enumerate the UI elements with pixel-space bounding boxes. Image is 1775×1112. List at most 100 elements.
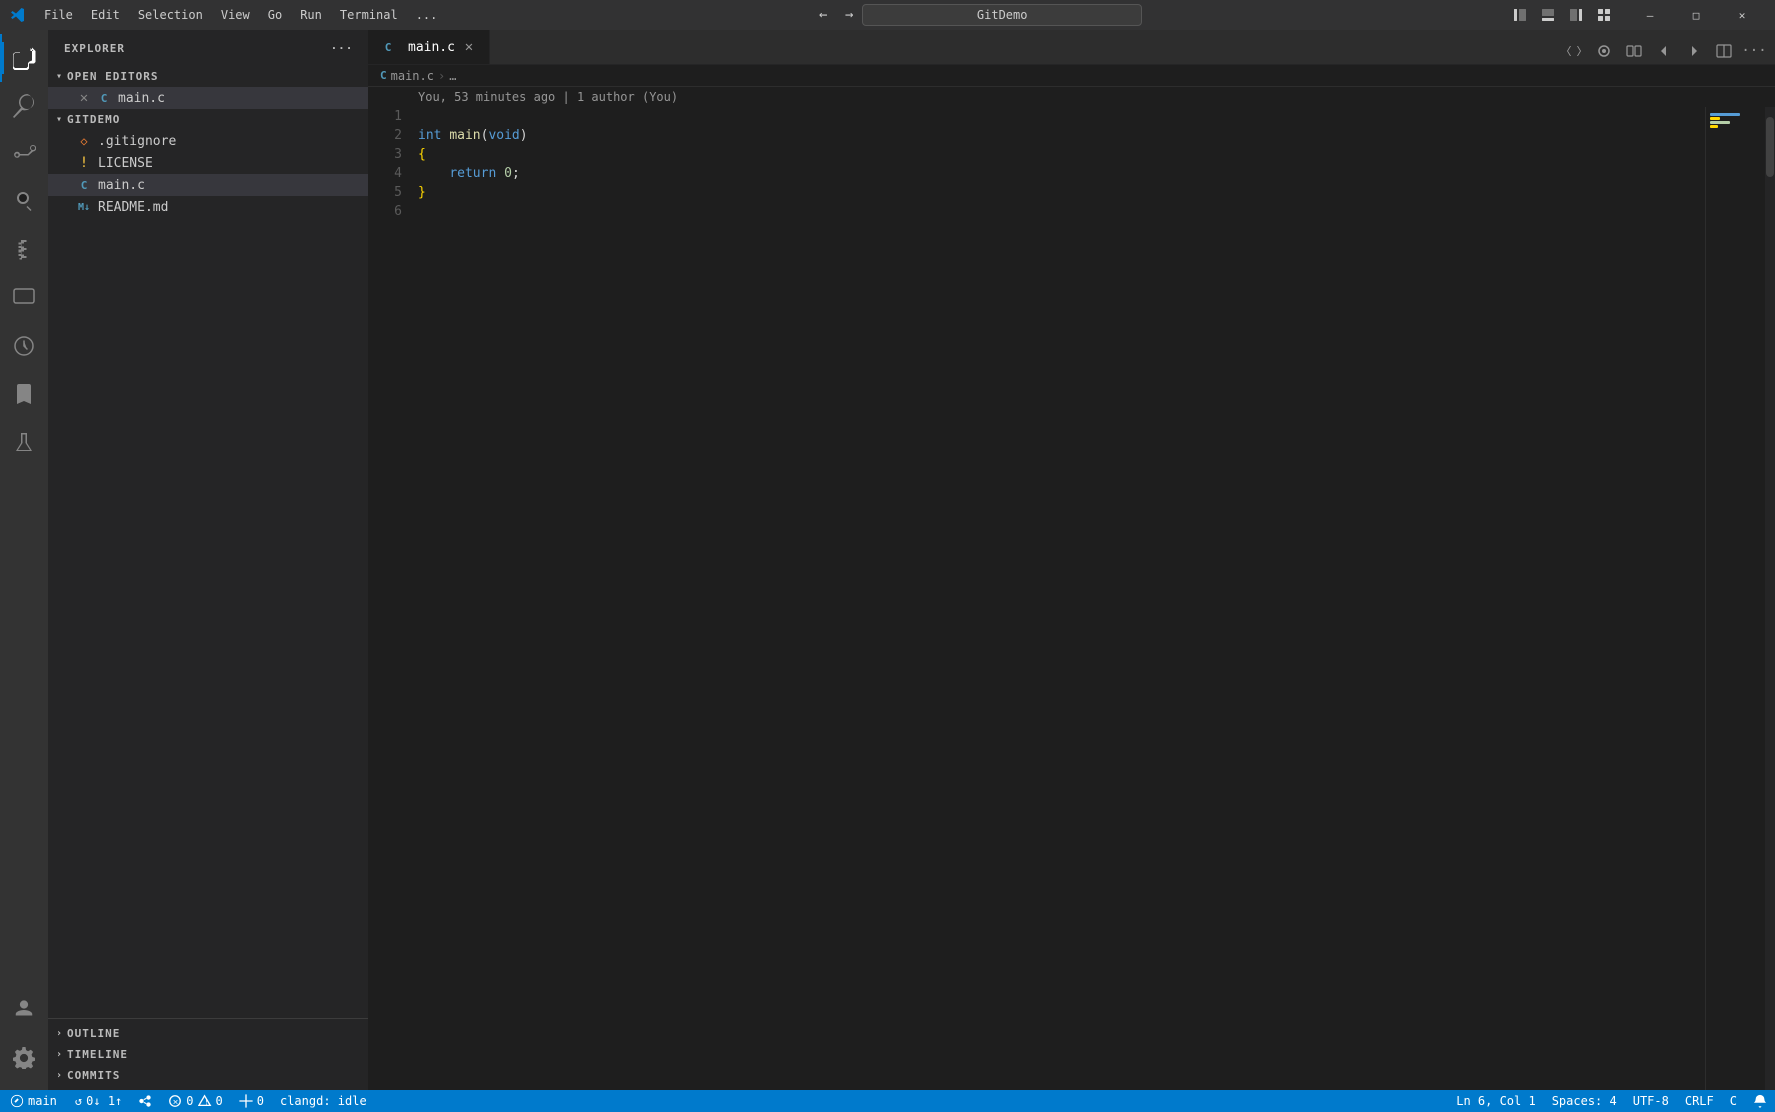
toggle-secondary-sidebar-button[interactable] — [1563, 2, 1589, 28]
activity-run-debug[interactable] — [0, 178, 48, 226]
open-editor-main-c[interactable]: ✕ C main.c — [48, 87, 368, 109]
file-item-license[interactable]: ! LICENSE — [48, 152, 368, 174]
status-errors-count: 0 — [186, 1094, 193, 1108]
command-palette[interactable]: GitDemo — [862, 4, 1142, 26]
title-bar-center: ← → GitDemo — [455, 2, 1497, 28]
activity-accounts[interactable] — [0, 986, 48, 1034]
customize-layout-button[interactable] — [1591, 2, 1617, 28]
status-spaces-button[interactable]: Spaces: 4 — [1544, 1090, 1625, 1112]
maximize-button[interactable]: □ — [1673, 0, 1719, 30]
status-left: main ↺ 0↓ 1↑ ✕ 0 ! 0 0 clangd: idle — [0, 1090, 375, 1112]
line-num-2: 2 — [368, 126, 410, 145]
status-line-ending-button[interactable]: CRLF — [1677, 1090, 1722, 1112]
sidebar-header-actions: ··· — [332, 38, 352, 58]
menu-terminal[interactable]: Terminal — [332, 5, 406, 25]
menu-selection[interactable]: Selection — [130, 5, 211, 25]
status-remote-button[interactable]: main — [0, 1090, 67, 1112]
section-commits-label: COMMITS — [67, 1069, 120, 1082]
code-line-4: return 0; — [418, 164, 1705, 183]
status-lang-server-label: clangd: idle — [280, 1094, 367, 1108]
line-num-1: 1 — [368, 107, 410, 126]
nav-forward-button[interactable]: → — [836, 2, 862, 28]
toggle-panel-button[interactable] — [1535, 2, 1561, 28]
activity-bar — [0, 30, 48, 1090]
chevron-commits: › — [56, 1070, 63, 1081]
breadcrumb-filename[interactable]: main.c — [391, 69, 434, 83]
close-button[interactable]: ✕ — [1719, 0, 1765, 30]
close-editor-main-c[interactable]: ✕ — [76, 90, 92, 106]
title-bar-left: File Edit Selection View Go Run Terminal… — [0, 5, 455, 25]
line-num-3: 3 — [368, 145, 410, 164]
tab-main-c[interactable]: C main.c ✕ — [368, 30, 490, 64]
menu-go[interactable]: Go — [260, 5, 290, 25]
more-editor-actions-button[interactable]: ··· — [1741, 38, 1767, 64]
menu-edit[interactable]: Edit — [83, 5, 128, 25]
open-preview-button[interactable] — [1591, 38, 1617, 64]
status-sync-count: 0↓ 1↑ — [86, 1094, 122, 1108]
split-editor-button[interactable] — [1711, 38, 1737, 64]
file-item-main-c[interactable]: C main.c — [48, 174, 368, 196]
file-label-readme: README.md — [98, 200, 168, 215]
status-notifications-button[interactable] — [1745, 1090, 1775, 1112]
status-position-label: Ln 6, Col 1 — [1456, 1094, 1535, 1108]
status-ports-button[interactable]: 0 — [231, 1090, 272, 1112]
sidebar-more-actions-button[interactable]: ··· — [332, 38, 352, 58]
code-content[interactable]: int main(void) { return 0; } — [410, 107, 1705, 1090]
status-live-share-button[interactable] — [130, 1090, 160, 1112]
main-content: EXPLORER ··· ▾ OPEN EDITORS ✕ C main.c ▾… — [0, 30, 1775, 1090]
section-open-editors[interactable]: ▾ OPEN EDITORS — [48, 66, 368, 87]
navigate-back-editor-button[interactable] — [1651, 38, 1677, 64]
breadcrumb-separator: › — [438, 69, 445, 83]
toggle-primary-sidebar-button[interactable] — [1507, 2, 1533, 28]
svg-text:✕: ✕ — [173, 1098, 178, 1108]
file-icon-main-c-open: C — [96, 90, 112, 106]
editor-area: C main.c ✕ — [368, 30, 1775, 1090]
menu-file[interactable]: File — [36, 5, 81, 25]
section-commits[interactable]: › COMMITS — [48, 1065, 368, 1086]
tab-file-icon: C — [380, 39, 396, 55]
activity-explorer[interactable] — [0, 34, 48, 82]
section-timeline[interactable]: › TIMELINE — [48, 1044, 368, 1065]
activity-remote-explorer[interactable] — [0, 274, 48, 322]
activity-extensions[interactable] — [0, 226, 48, 274]
status-errors-button[interactable]: ✕ 0 ! 0 — [160, 1090, 230, 1112]
code-line-3: { — [418, 145, 1705, 164]
chevron-timeline: › — [56, 1049, 63, 1060]
status-position-button[interactable]: Ln 6, Col 1 — [1448, 1090, 1543, 1112]
status-language-button[interactable]: C — [1722, 1090, 1745, 1112]
line-numbers: 1 2 3 4 5 6 — [368, 107, 410, 1090]
status-spaces-label: Spaces: 4 — [1552, 1094, 1617, 1108]
activity-settings[interactable] — [0, 1034, 48, 1082]
breadcrumb-more[interactable]: … — [449, 69, 456, 83]
code-editor[interactable]: 1 2 3 4 5 6 int main(void) { return 0; — [368, 107, 1775, 1090]
activity-source-control[interactable] — [0, 130, 48, 178]
status-warnings-count: 0 — [216, 1094, 223, 1108]
menu-view[interactable]: View — [213, 5, 258, 25]
nav-back-button[interactable]: ← — [810, 2, 836, 28]
file-item-readme[interactable]: M↓ README.md — [48, 196, 368, 218]
status-right: Ln 6, Col 1 Spaces: 4 UTF-8 CRLF C — [1448, 1090, 1775, 1112]
navigate-forward-editor-button[interactable] — [1681, 38, 1707, 64]
file-icon-main-c: C — [76, 177, 92, 193]
section-outline-label: OUTLINE — [67, 1027, 120, 1040]
activity-testing[interactable] — [0, 418, 48, 466]
activity-search[interactable] — [0, 82, 48, 130]
minimize-button[interactable]: — — [1627, 0, 1673, 30]
tab-close-button[interactable]: ✕ — [461, 39, 477, 55]
vertical-scrollbar[interactable] — [1765, 107, 1775, 1090]
section-outline[interactable]: › OUTLINE — [48, 1023, 368, 1044]
status-encoding-button[interactable]: UTF-8 — [1625, 1090, 1677, 1112]
file-item-gitignore[interactable]: ◇ .gitignore — [48, 130, 368, 152]
open-to-side-button[interactable] — [1621, 38, 1647, 64]
activity-bookmarks[interactable] — [0, 370, 48, 418]
code-line-2: int main(void) — [418, 126, 1705, 145]
activity-timeline[interactable] — [0, 322, 48, 370]
menu-run[interactable]: Run — [292, 5, 330, 25]
status-sync-button[interactable]: ↺ 0↓ 1↑ — [67, 1090, 130, 1112]
blame-text: You, 53 minutes ago | 1 author (You) — [418, 90, 678, 104]
menu-more[interactable]: ... — [408, 5, 446, 25]
open-changes-button[interactable] — [1561, 38, 1587, 64]
section-gitdemo[interactable]: ▾ GITDEMO — [48, 109, 368, 130]
status-lang-server[interactable]: clangd: idle — [272, 1090, 375, 1112]
code-line-1 — [418, 107, 1705, 126]
